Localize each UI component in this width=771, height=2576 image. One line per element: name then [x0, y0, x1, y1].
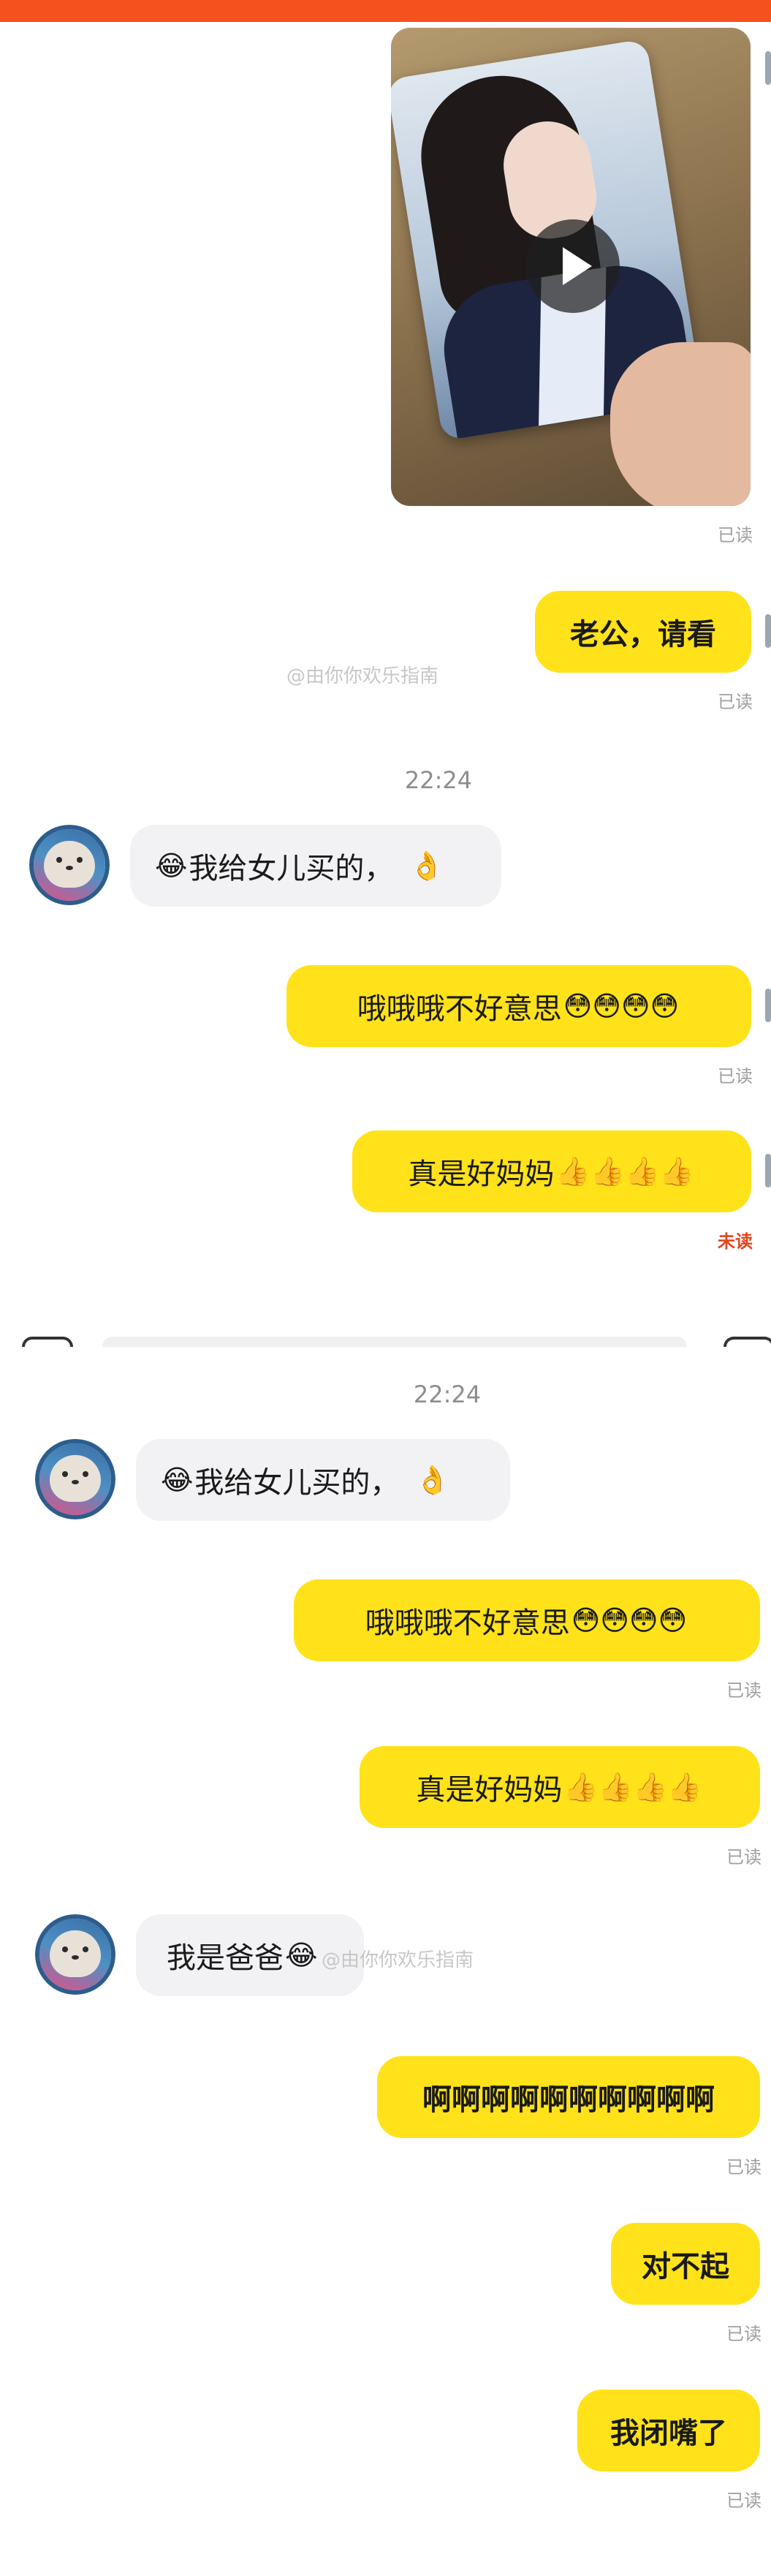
timestamp: 22:24 — [404, 766, 473, 794]
message-bubble-right[interactable]: 啊啊啊啊啊啊啊啊啊啊 — [377, 2056, 760, 2138]
message-text: 对不起 — [642, 2250, 729, 2284]
message-text: 老公，请看 — [570, 618, 716, 651]
read-status: 已读 — [718, 1066, 753, 1087]
sender-avatar-edge — [765, 1154, 771, 1187]
sender-avatar-edge — [765, 51, 771, 85]
message-text: 哦哦哦不好意思 — [357, 992, 562, 1026]
read-status: 已读 — [726, 1680, 761, 1701]
read-status: 已读 — [718, 525, 753, 545]
sender-avatar-edge — [765, 989, 771, 1022]
app-top-bar — [0, 0, 771, 22]
message-bubble-right[interactable]: 真是好妈妈 👍👍👍👍 — [360, 1746, 760, 1828]
message-bubble-left[interactable]: 😂 我给女儿买的， 👌 — [136, 1439, 510, 1521]
message-bubble-right[interactable]: 真是好妈妈 👍👍👍👍 — [352, 1130, 751, 1212]
timestamp: 22:24 — [413, 1380, 482, 1408]
read-status: 已读 — [726, 1847, 761, 1867]
message-text: 真是好妈妈 — [408, 1157, 555, 1191]
ok-hand-emoji-icon: 👌 — [409, 849, 444, 882]
read-status: 已读 — [726, 2324, 761, 2344]
hand-holding-card — [610, 342, 751, 506]
laughing-emoji-icon: 😂 — [285, 1939, 318, 1971]
flushed-emoji-icon: 😳😳😳😳 — [571, 1604, 688, 1636]
message-bubble-right[interactable]: 哦哦哦不好意思 😳😳😳😳 — [294, 1579, 760, 1661]
chat-screenshot-collage: 已读 老公，请看 @由你你欢乐指南 已读 22:24 😂 我给女儿买的， 👌 哦… — [0, 0, 771, 2576]
read-status: 已读 — [726, 2157, 761, 2177]
thumbs-up-emoji-icon: 👍👍👍👍 — [563, 1770, 702, 1803]
message-text: 真是好妈妈 — [416, 1773, 563, 1807]
message-bubble-right[interactable]: 哦哦哦不好意思 😳😳😳😳 — [286, 965, 751, 1047]
contact-avatar[interactable] — [35, 1439, 115, 1519]
message-bubble-right[interactable]: 对不起 — [611, 2223, 760, 2305]
message-text: 我给女儿买的， — [189, 852, 394, 885]
flushed-emoji-icon: 😳😳😳😳 — [563, 990, 680, 1022]
message-bubble-right[interactable]: 老公，请看 — [535, 591, 751, 673]
unread-status: 未读 — [718, 1231, 753, 1252]
message-bubble-left[interactable]: 😂 我给女儿买的， 👌 — [130, 825, 501, 907]
contact-avatar[interactable] — [35, 1914, 115, 1995]
message-text: 啊啊啊啊啊啊啊啊啊啊 — [422, 2083, 715, 2117]
contact-avatar[interactable] — [29, 825, 110, 905]
message-text: 哦哦哦不好意思 — [365, 1606, 570, 1640]
play-icon[interactable] — [526, 219, 620, 313]
screenshot-divider — [0, 1337, 771, 1347]
read-status: 已读 — [718, 692, 753, 712]
sender-avatar-edge — [765, 614, 771, 648]
message-text: 我是爸爸 — [167, 1941, 284, 1975]
watermark: @由你你欢乐指南 — [286, 665, 439, 687]
message-bubble-right[interactable]: 我闭嘴了 — [577, 2390, 760, 2471]
watermark: @由你你欢乐指南 — [322, 1949, 474, 1971]
message-text: 我给女儿买的， — [194, 1466, 400, 1500]
read-status: 已读 — [726, 2490, 761, 2511]
laughing-emoji-icon: 😂 — [155, 850, 188, 882]
laughing-emoji-icon: 😂 — [161, 1464, 194, 1496]
ok-hand-emoji-icon: 👌 — [415, 1463, 450, 1496]
message-text: 我闭嘴了 — [610, 2417, 727, 2450]
thumbs-up-emoji-icon: 👍👍👍👍 — [555, 1155, 694, 1187]
